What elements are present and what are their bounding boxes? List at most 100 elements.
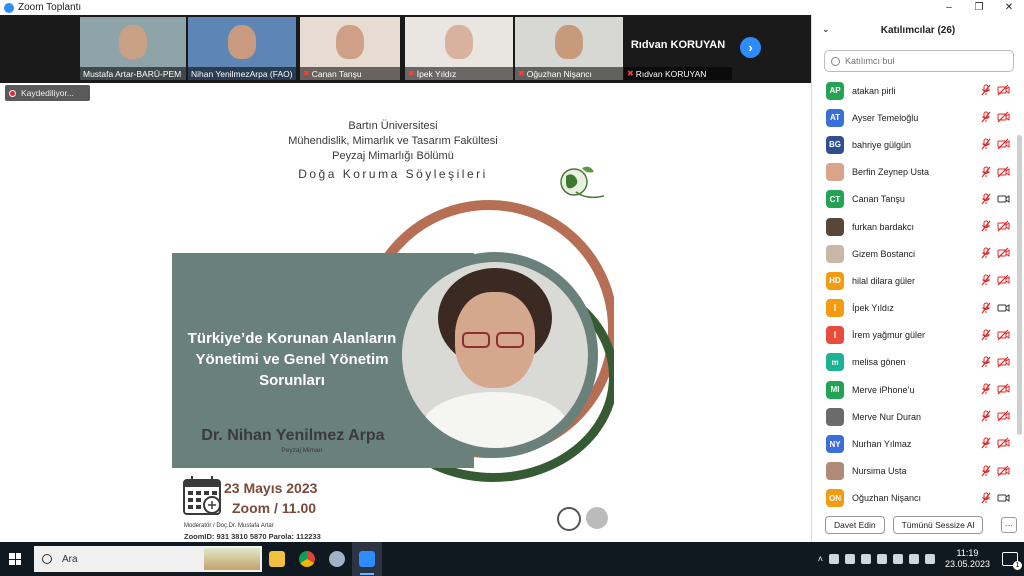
camera-off-icon[interactable] [997,410,1010,422]
more-options-button[interactable]: ··· [1001,517,1017,533]
close-button[interactable]: ✕ [994,0,1024,15]
camera-off-icon[interactable] [997,329,1010,341]
camera-off-icon[interactable] [997,247,1010,259]
camera-off-icon[interactable] [997,84,1010,96]
calendar-icon [183,476,221,515]
participant-search[interactable] [824,50,1014,72]
tray-icon[interactable] [828,554,839,564]
camera-off-icon[interactable] [997,465,1010,477]
search-icon [42,554,52,564]
camera-off-icon[interactable] [997,437,1010,449]
video-thumbnail[interactable]: Mustafa Artar-BARÜ-PEM [80,17,186,80]
camera-off-icon[interactable] [997,274,1010,286]
participant-row[interactable]: İ İpek Yıldız [812,295,1015,322]
camera-icon[interactable] [997,492,1010,504]
video-thumbnail[interactable]: ✖ İpek Yıldız [405,17,513,80]
wifi-icon[interactable] [908,554,919,564]
avatar: HD [826,271,844,290]
maximize-button[interactable]: ❐ [964,0,994,15]
participant-row[interactable]: AP atakan pirli [812,77,1015,104]
mic-muted-icon[interactable] [981,111,991,123]
poster-series: Doğa Koruma Söyleşileri [298,167,488,181]
camera-off-icon[interactable] [997,383,1010,395]
window-title: Zoom Toplantı [18,2,82,13]
video-thumbnail[interactable]: Nihan YenilmezArpa (FAO) [188,17,296,80]
camera-off-icon[interactable] [997,138,1010,150]
video-thumbnail[interactable]: ✖ Canan Tanşu [300,17,400,80]
participant-row[interactable]: furkan bardakcı [812,213,1015,240]
participant-row[interactable]: Merve Nur Duran [812,403,1015,430]
avatar [826,462,844,481]
mic-muted-icon[interactable] [981,220,991,232]
battery-icon[interactable] [892,554,903,564]
minimize-button[interactable]: – [934,0,964,15]
taskbar-clock[interactable]: 11:19 23.05.2023 [945,548,990,570]
avatar: NY [826,435,844,454]
camera-off-icon[interactable] [997,220,1010,232]
participant-list-scrollbar[interactable] [1017,135,1022,435]
chrome-icon[interactable] [292,542,322,576]
recording-indicator[interactable]: Kaydediliyor... [5,85,90,101]
participant-row[interactable]: Gizem Bostanci [812,240,1015,267]
mic-muted-icon[interactable] [981,437,991,449]
mic-muted-icon[interactable] [981,247,991,259]
mic-muted-icon[interactable] [981,492,991,504]
mic-muted-icon[interactable] [981,193,991,205]
cloud-icon[interactable] [844,554,855,564]
participant-name: İrem yağmur güler [852,330,926,341]
cloud-icon[interactable] [860,554,871,564]
participant-row[interactable]: m melisa gönen [812,349,1015,376]
participant-row[interactable]: Nursima Usta [812,458,1015,485]
zoom-app-icon [4,2,14,13]
participant-row[interactable]: HD hilal dilara güler [812,267,1015,294]
chevron-right-icon[interactable]: › [740,37,761,58]
participant-video-face [228,25,256,59]
mic-muted-icon[interactable] [981,138,991,150]
app-icon[interactable] [322,542,352,576]
participant-name: Nurhan Yılmaz [852,439,912,450]
participant-row[interactable]: AT Ayser Temeloğlu [812,104,1015,131]
participant-row[interactable]: İ İrem yağmur güler [812,322,1015,349]
mute-all-button[interactable]: Tümünü Sessize Al [892,516,984,534]
mic-muted-icon[interactable] [981,329,991,341]
volume-icon[interactable] [924,554,935,564]
avatar [826,407,844,426]
chevron-down-icon[interactable]: ⌄ [822,24,830,35]
video-thumbnail-off[interactable]: Rıdvan KORUYAN ✖ Rıdvan KORUYAN [624,17,732,80]
invite-button[interactable]: Davet Edin [825,516,885,534]
chevron-up-icon[interactable]: ˄ [818,554,823,564]
mic-muted-icon[interactable] [981,356,991,368]
poster-date: 23 Mayıs 2023 [224,480,318,496]
mic-muted-icon[interactable] [981,84,991,96]
camera-off-icon[interactable] [997,111,1010,123]
avatar [826,244,844,263]
taskbar-search[interactable]: Ara [34,546,262,572]
video-thumbnail[interactable]: ✖ Oğuzhan Nişancı [515,17,623,80]
zoom-icon[interactable] [352,542,382,576]
participant-row[interactable]: NY Nurhan Yılmaz [812,430,1015,457]
search-icon [831,56,840,66]
participant-search-input[interactable] [845,56,995,66]
notification-icon[interactable]: 1 [1002,552,1022,570]
participant-row[interactable]: BG bahriye gülgün [812,131,1015,158]
camera-icon[interactable] [997,302,1010,314]
mic-muted-icon[interactable] [981,410,991,422]
file-explorer-icon[interactable] [262,542,292,576]
mic-muted-icon[interactable] [981,274,991,286]
participant-list: AP atakan pirli AT Ayser Temeloğlu BG bahriye… [812,77,1015,512]
mic-muted-icon[interactable] [981,383,991,395]
mic-muted-icon[interactable] [981,465,991,477]
start-button[interactable] [0,542,30,576]
windows-logo-icon [9,553,21,565]
mic-muted-icon[interactable] [981,302,991,314]
mic-icon[interactable] [876,554,887,564]
participant-row[interactable]: MI Merve iPhone’u [812,376,1015,403]
camera-off-icon[interactable] [997,356,1010,368]
participant-name: İpek Yıldız [416,68,457,79]
participant-video-face [119,25,147,59]
camera-icon[interactable] [997,193,1010,205]
participant-row[interactable]: CT Canan Tanşu [812,186,1015,213]
mic-muted-icon[interactable] [981,166,991,178]
camera-off-icon[interactable] [997,166,1010,178]
participant-row[interactable]: Berfin Zeynep Usta [812,159,1015,186]
